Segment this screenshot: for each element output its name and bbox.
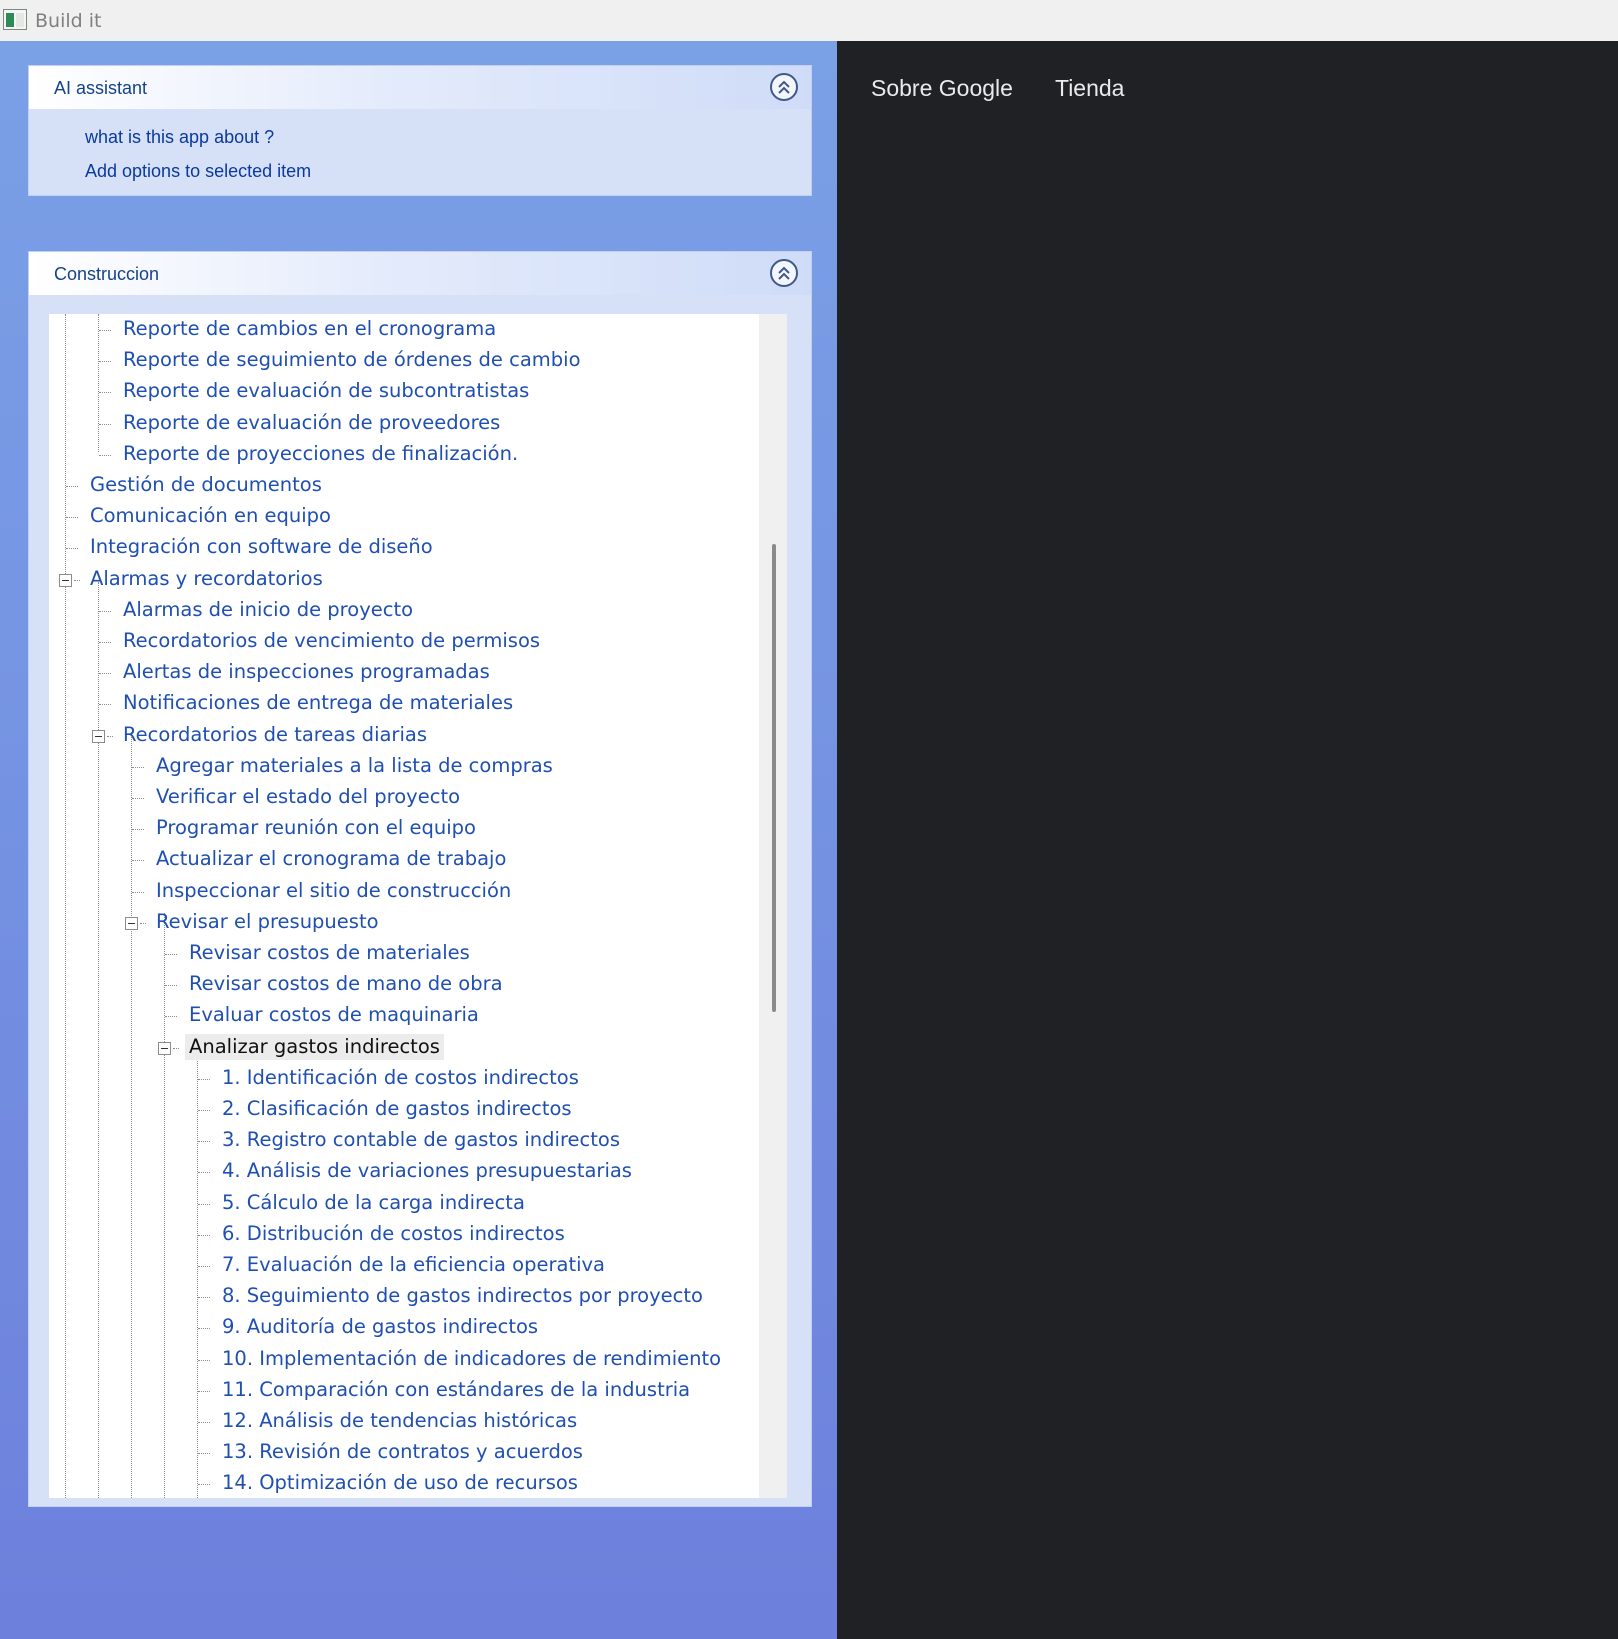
- ai-link-add-options[interactable]: Add options to selected item: [85, 161, 311, 182]
- tree-node[interactable]: Recordatorios de tareas diarias: [123, 722, 427, 748]
- tree-node[interactable]: Notificaciones de entrega de materiales: [123, 690, 513, 716]
- tree-node[interactable]: Alarmas de inicio de proyecto: [123, 597, 413, 623]
- construccion-title: Construccion: [54, 264, 160, 284]
- tree-node[interactable]: Reporte de evaluación de subcontratistas: [123, 378, 529, 404]
- tree-scrollbar[interactable]: [759, 314, 787, 1498]
- tree-node[interactable]: 5. Cálculo de la carga indirecta: [222, 1190, 525, 1216]
- ai-assistant-header[interactable]: AI assistant: [29, 66, 811, 109]
- tree-node[interactable]: 6. Distribución de costos indirectos: [222, 1221, 565, 1247]
- sobre-google-link[interactable]: Sobre Google: [871, 75, 1013, 102]
- ai-assistant-title: AI assistant: [54, 78, 148, 98]
- collapse-node-icon[interactable]: [59, 573, 72, 587]
- tree-node[interactable]: 9. Auditoría de gastos indirectos: [222, 1314, 538, 1340]
- tree-node[interactable]: 12. Análisis de tendencias históricas: [222, 1408, 577, 1434]
- tree-node[interactable]: 13. Revisión de contratos y acuerdos: [222, 1439, 583, 1465]
- chevron-double-up-icon: [778, 80, 790, 94]
- tree-node[interactable]: Agregar materiales a la lista de compras: [156, 753, 553, 779]
- collapse-construccion-button[interactable]: [770, 259, 798, 287]
- tree-scrollbar-thumb[interactable]: [772, 544, 776, 1012]
- construccion-header[interactable]: Construccion: [29, 252, 811, 295]
- window-title: Build it: [35, 10, 102, 32]
- tree-node[interactable]: Actualizar el cronograma de trabajo: [156, 846, 506, 872]
- tree-node[interactable]: Inspeccionar el sitio de construcción: [156, 878, 511, 904]
- tree-node[interactable]: Comunicación en equipo: [90, 503, 331, 529]
- tree-node[interactable]: Reporte de evaluación de proveedores: [123, 410, 500, 436]
- tree-node-selected[interactable]: Analizar gastos indirectos: [185, 1033, 444, 1060]
- tree-node[interactable]: Reporte de cambios en el cronograma: [123, 316, 496, 342]
- tree-node[interactable]: 10. Implementación de indicadores de ren…: [222, 1346, 721, 1372]
- tree-node[interactable]: 7. Evaluación de la eficiencia operativa: [222, 1252, 605, 1278]
- collapse-ai-assistant-button[interactable]: [770, 73, 798, 101]
- chevron-double-up-icon: [778, 266, 790, 280]
- tree-node[interactable]: 11. Comparación con estándares de la ind…: [222, 1377, 690, 1403]
- tree-node[interactable]: 4. Análisis de variaciones presupuestari…: [222, 1158, 632, 1184]
- tree-node[interactable]: Alertas de inspecciones programadas: [123, 659, 490, 685]
- collapse-node-icon[interactable]: [158, 1041, 171, 1055]
- construccion-tree[interactable]: Reporte de cambios en el cronograma Repor…: [49, 314, 787, 1498]
- tree-node[interactable]: Revisar costos de mano de obra: [189, 971, 503, 997]
- tree-node[interactable]: 2. Clasificación de gastos indirectos: [222, 1096, 572, 1122]
- app-icon: [3, 9, 27, 30]
- tree-node[interactable]: Revisar costos de materiales: [189, 940, 470, 966]
- tree-node[interactable]: 3. Registro contable de gastos indirecto…: [222, 1127, 620, 1153]
- construccion-panel: Construccion Reporte de cambios en el cr…: [28, 251, 812, 1507]
- tree-node[interactable]: Revisar el presupuesto: [156, 909, 379, 935]
- tree-node[interactable]: Evaluar costos de maquinaria: [189, 1002, 479, 1028]
- tree-node[interactable]: Reporte de proyecciones de finalización.: [123, 441, 518, 467]
- tree-node[interactable]: 8. Seguimiento de gastos indirectos por …: [222, 1283, 703, 1309]
- tree-node[interactable]: 14. Optimización de uso de recursos: [222, 1470, 578, 1496]
- tree-node[interactable]: Programar reunión con el equipo: [156, 815, 476, 841]
- tree-node[interactable]: Reporte de seguimiento de órdenes de cam…: [123, 347, 581, 373]
- tree-node[interactable]: Verificar el estado del proyecto: [156, 784, 460, 810]
- tree-node[interactable]: Recordatorios de vencimiento de permisos: [123, 628, 540, 654]
- collapse-node-icon[interactable]: [125, 916, 138, 930]
- tienda-link[interactable]: Tienda: [1055, 75, 1124, 102]
- ai-assistant-panel: AI assistant what is this app about ? Ad…: [28, 65, 812, 196]
- left-panel: AI assistant what is this app about ? Ad…: [0, 41, 837, 1639]
- ai-link-what-is-app[interactable]: what is this app about ?: [85, 127, 274, 148]
- tree-node[interactable]: Gestión de documentos: [90, 472, 322, 498]
- collapse-node-icon[interactable]: [92, 729, 105, 743]
- tree-node[interactable]: 1. Identificación de costos indirectos: [222, 1065, 579, 1091]
- tree-node[interactable]: Alarmas y recordatorios: [90, 566, 323, 592]
- browser-pane: Sobre Google Tienda: [837, 41, 1618, 1639]
- window-titlebar: Build it: [0, 0, 1618, 41]
- tree-node[interactable]: Integración con software de diseño: [90, 534, 433, 560]
